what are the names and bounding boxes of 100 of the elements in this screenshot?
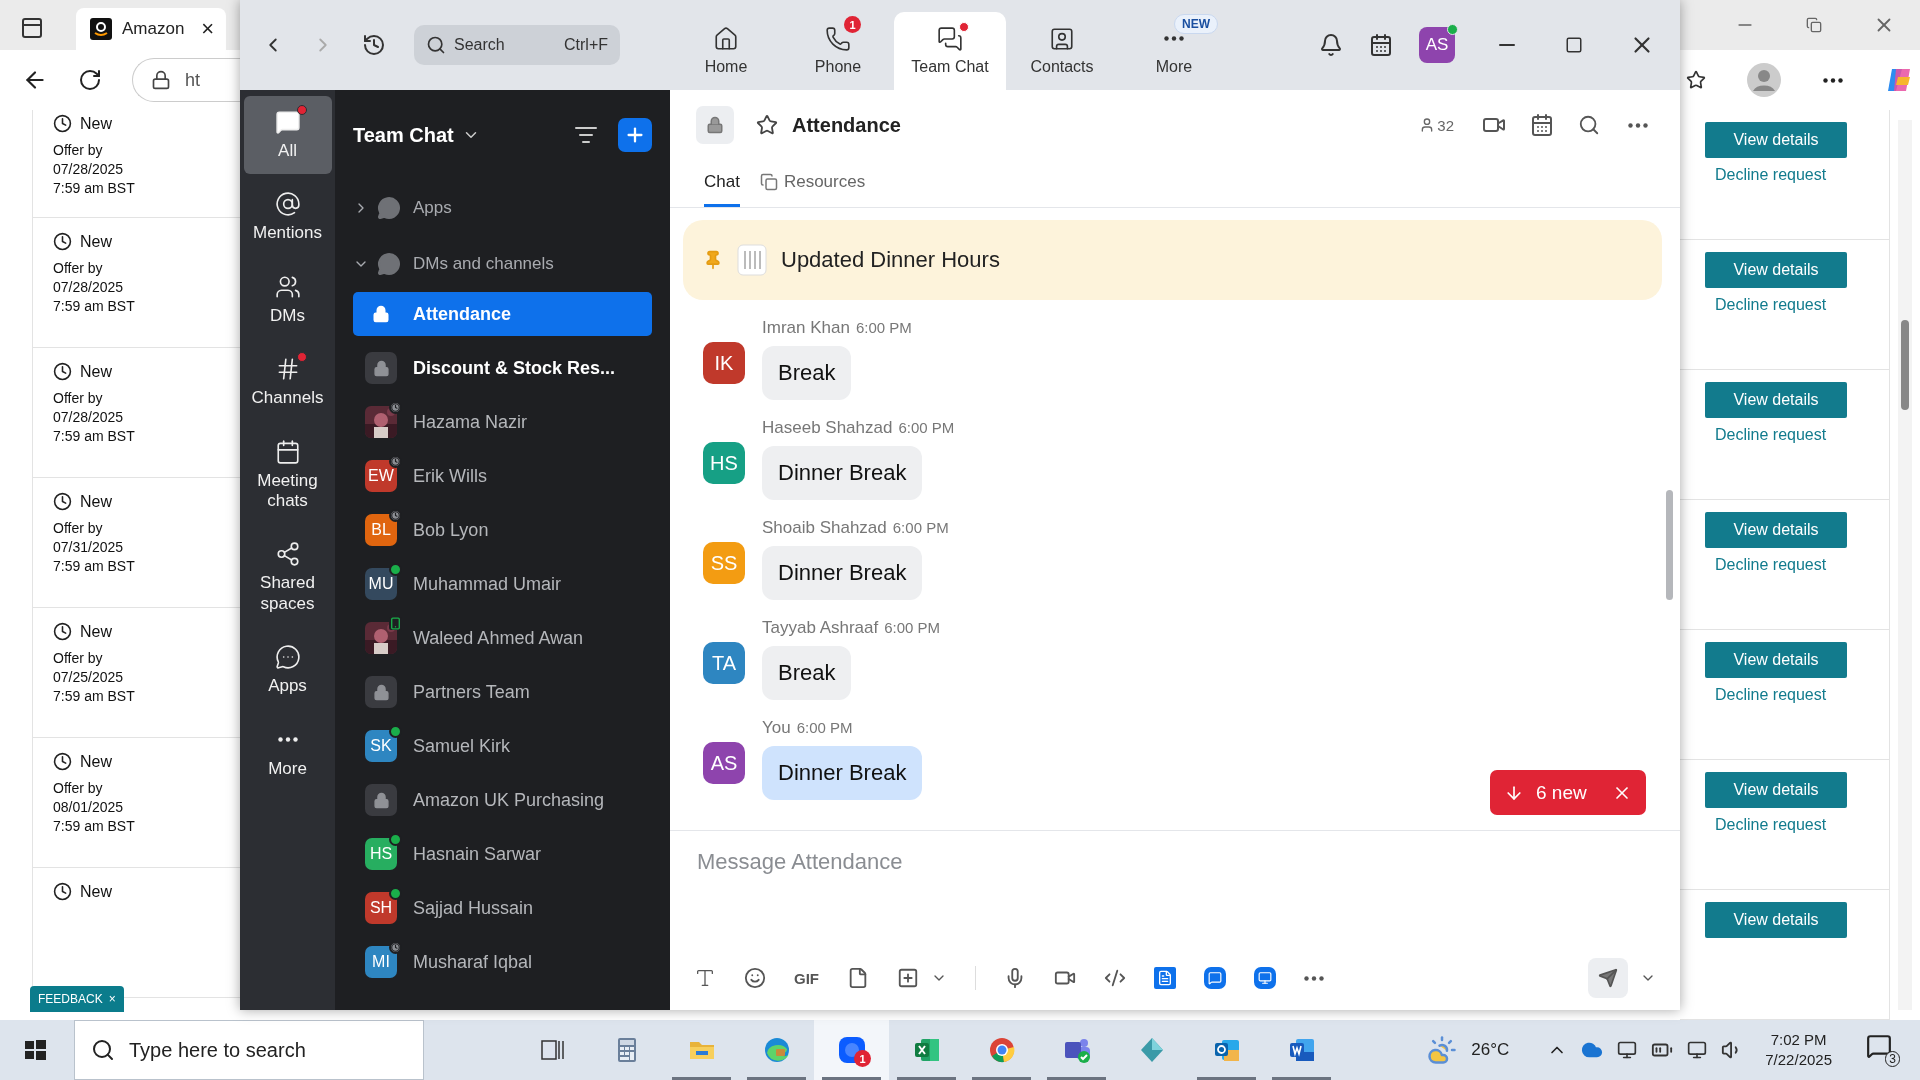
app-tab[interactable]: 1 Phone: [782, 12, 894, 90]
calendar-icon[interactable]: [1369, 33, 1393, 57]
nav-item[interactable]: Meeting chats: [243, 425, 332, 525]
weather-icon[interactable]: [1427, 1035, 1458, 1065]
zoom-icon[interactable]: [836, 1035, 867, 1065]
nav-item[interactable]: Channels: [243, 343, 332, 422]
section-header[interactable]: Apps: [353, 180, 652, 236]
chat-tab[interactable]: Resources: [759, 160, 866, 207]
screenshot-icon[interactable]: [897, 967, 919, 989]
chat-list-item[interactable]: Attendance: [353, 292, 652, 336]
chat-list-item[interactable]: SK Samuel Kirk: [353, 724, 652, 768]
emoji-icon[interactable]: [744, 967, 766, 989]
chat-list-item[interactable]: Hazama Nazir: [353, 400, 652, 444]
more-icon[interactable]: [1822, 77, 1843, 83]
search-field[interactable]: Search Ctrl+F: [414, 25, 620, 65]
message-time: 6:00 PM: [796, 719, 853, 736]
code-icon[interactable]: [1104, 967, 1126, 989]
decline-request-link[interactable]: Decline request: [1705, 556, 1827, 574]
new-chat-button[interactable]: [618, 118, 652, 152]
reload-icon[interactable]: [78, 68, 102, 92]
sender-name: Haseeb Shahzad: [762, 418, 893, 438]
view-details-button[interactable]: View details: [1705, 382, 1847, 418]
share-app-icon[interactable]: [1254, 967, 1276, 989]
chat-list-item[interactable]: MU Muhammad Umair: [353, 562, 652, 606]
text-format-icon[interactable]: [694, 967, 716, 989]
decline-request-link[interactable]: Decline request: [1705, 296, 1827, 314]
decline-request-link[interactable]: Decline request: [1705, 816, 1827, 834]
chat-list-item[interactable]: Partners Team: [353, 670, 652, 714]
file-icon[interactable]: [847, 967, 869, 989]
view-details-button[interactable]: View details: [1705, 122, 1847, 158]
chat-name: Muhammad Umair: [413, 573, 562, 595]
send-button[interactable]: [1588, 958, 1628, 998]
view-details-button[interactable]: View details: [1705, 642, 1847, 678]
chat-tab[interactable]: Chat: [704, 160, 740, 207]
tab-close-button[interactable]: ×: [201, 16, 214, 42]
chat-list-item[interactable]: EW Erik Wills: [353, 454, 652, 498]
network-icon[interactable]: [1687, 1040, 1708, 1060]
chat-list-item[interactable]: Discount & Stock Res...: [353, 346, 652, 390]
nav-item[interactable]: More: [243, 713, 332, 792]
taskbar-search-field[interactable]: Type here to search: [74, 1020, 424, 1080]
app-tab[interactable]: Team Chat: [894, 12, 1006, 90]
scrollbar-thumb[interactable]: [1666, 490, 1673, 600]
offer-time: 7:59 am BST: [53, 298, 136, 314]
view-details-button[interactable]: View details: [1705, 772, 1847, 808]
star-icon[interactable]: [756, 114, 778, 136]
offer-date: 07/31/2025: [53, 539, 125, 555]
app-tab[interactable]: Home: [670, 12, 782, 90]
pinned-banner[interactable]: Updated Dinner Hours: [683, 220, 1662, 300]
restore-icon[interactable]: [1806, 17, 1822, 33]
app-tab[interactable]: NEW More: [1118, 12, 1230, 90]
calendar-icon[interactable]: [1530, 113, 1554, 137]
decline-request-link[interactable]: Decline request: [1705, 426, 1827, 444]
offer-time: 7:59 am BST: [53, 818, 136, 834]
member-count[interactable]: 32: [1419, 116, 1454, 134]
display-icon[interactable]: [1617, 1040, 1638, 1060]
gif-button[interactable]: GIF: [794, 969, 819, 987]
more-icon[interactable]: [1628, 122, 1648, 128]
chat-list-item[interactable]: MI Musharaf Iqbal: [353, 940, 652, 984]
chat-list-item[interactable]: BL Bob Lyon: [353, 508, 652, 552]
decline-request-link[interactable]: Decline request: [1705, 166, 1827, 184]
listing-status: New: [80, 622, 112, 641]
favorites-icon[interactable]: [1685, 70, 1706, 90]
chat-list-item[interactable]: SH Sajjad Hussain: [353, 886, 652, 930]
offer-date: 08/01/2025: [53, 799, 125, 815]
section-header[interactable]: DMs and channels: [353, 236, 652, 292]
sender-avatar: AS: [703, 742, 745, 784]
chat-name: Hasnain Sarwar: [413, 843, 542, 865]
chat-list-item[interactable]: Waleed Ahmed Awan: [353, 616, 652, 660]
decline-request-link[interactable]: Decline request: [1705, 686, 1827, 704]
view-details-button[interactable]: View details: [1705, 902, 1847, 938]
history-icon[interactable]: [362, 33, 386, 57]
lock-icon: [365, 784, 397, 816]
nav-item[interactable]: Apps: [243, 631, 332, 710]
tab-actions-icon[interactable]: [20, 16, 44, 40]
chat-app-icon[interactable]: [1204, 967, 1226, 989]
search-icon[interactable]: [1578, 114, 1600, 136]
view-details-button[interactable]: View details: [1705, 252, 1847, 288]
bell-icon[interactable]: [1319, 33, 1343, 57]
browser-tab[interactable]: Amazon ×: [76, 8, 226, 50]
scrollbar-thumb[interactable]: [1901, 320, 1909, 410]
nav-item[interactable]: Mentions: [243, 178, 332, 257]
more-icon[interactable]: [1304, 975, 1324, 981]
profile-icon[interactable]: [1747, 63, 1782, 97]
nav-item[interactable]: DMs: [243, 260, 332, 340]
list-title[interactable]: Team Chat: [353, 123, 454, 147]
chat-list-item[interactable]: Amazon UK Purchasing: [353, 778, 652, 822]
feedback-close-button[interactable]: ×: [108, 992, 116, 1006]
feedback-button[interactable]: FEEDBACK ×: [30, 986, 124, 1012]
list-app-icon[interactable]: [1154, 967, 1176, 989]
user-avatar[interactable]: AS: [1419, 27, 1455, 63]
nav-item[interactable]: All: [243, 96, 332, 175]
nav-item[interactable]: Shared spaces: [243, 528, 332, 628]
app-tab[interactable]: Contacts: [1006, 12, 1118, 90]
chat-name: Sajjad Hussain: [413, 897, 534, 919]
maximize-icon[interactable]: [1565, 36, 1583, 54]
taskbar-clock[interactable]: 7:02 PM 7/22/2025: [1765, 1029, 1832, 1071]
view-details-button[interactable]: View details: [1705, 512, 1847, 548]
chat-list-item[interactable]: HS Hasnain Sarwar: [353, 832, 652, 876]
new-messages-button[interactable]: 6 new: [1490, 770, 1646, 815]
listing-status: New: [80, 882, 112, 901]
